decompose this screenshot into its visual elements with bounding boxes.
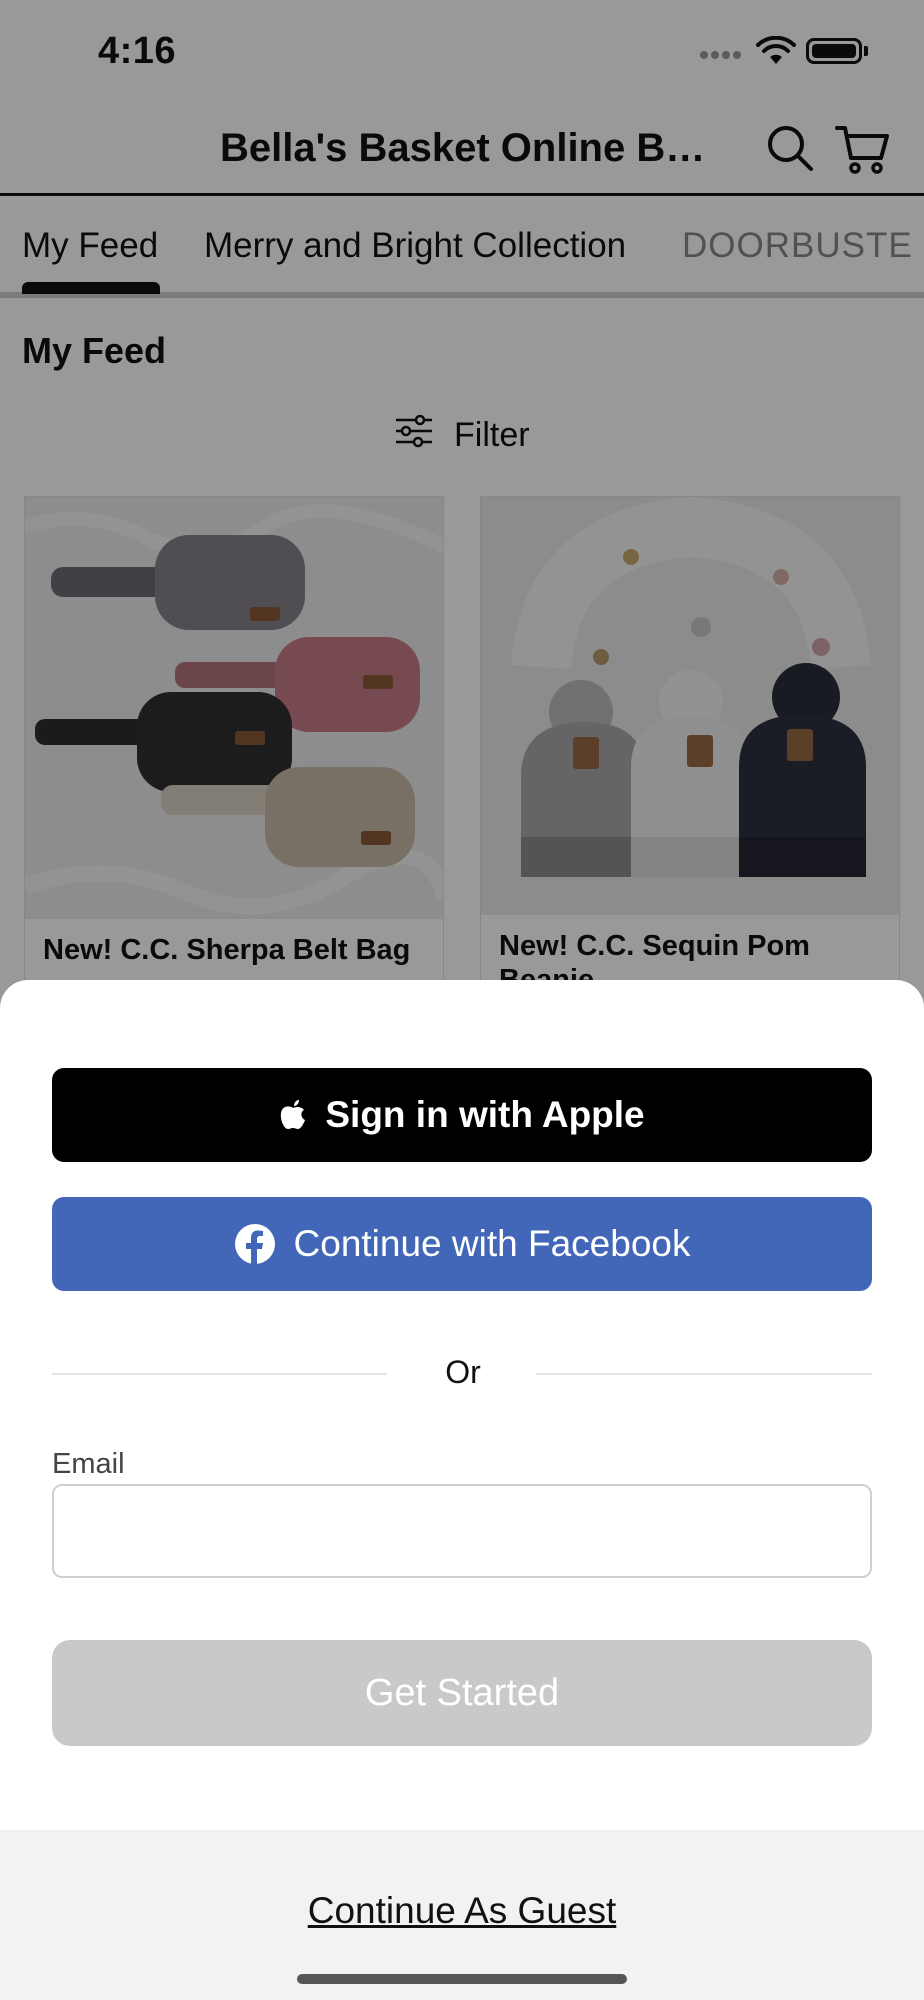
get-started-button[interactable]: Get Started	[52, 1640, 872, 1746]
continue-with-facebook-button[interactable]: Continue with Facebook	[52, 1197, 872, 1291]
sign-in-with-apple-button[interactable]: Sign in with Apple	[52, 1068, 872, 1162]
sign-in-sheet: Sign in with Apple Continue with Faceboo…	[0, 980, 924, 2000]
apple-button-label: Sign in with Apple	[325, 1094, 645, 1135]
home-indicator	[297, 1974, 627, 1984]
divider-left	[52, 1373, 387, 1375]
apple-icon	[279, 1099, 307, 1131]
email-field[interactable]	[52, 1484, 872, 1578]
facebook-button-label: Continue with Facebook	[293, 1223, 691, 1264]
or-divider-text: Or	[445, 1354, 481, 1390]
continue-as-guest-link[interactable]: Continue As Guest	[0, 1890, 924, 1932]
facebook-icon	[234, 1223, 276, 1265]
email-label: Email	[52, 1448, 125, 1480]
divider-right	[536, 1373, 872, 1375]
